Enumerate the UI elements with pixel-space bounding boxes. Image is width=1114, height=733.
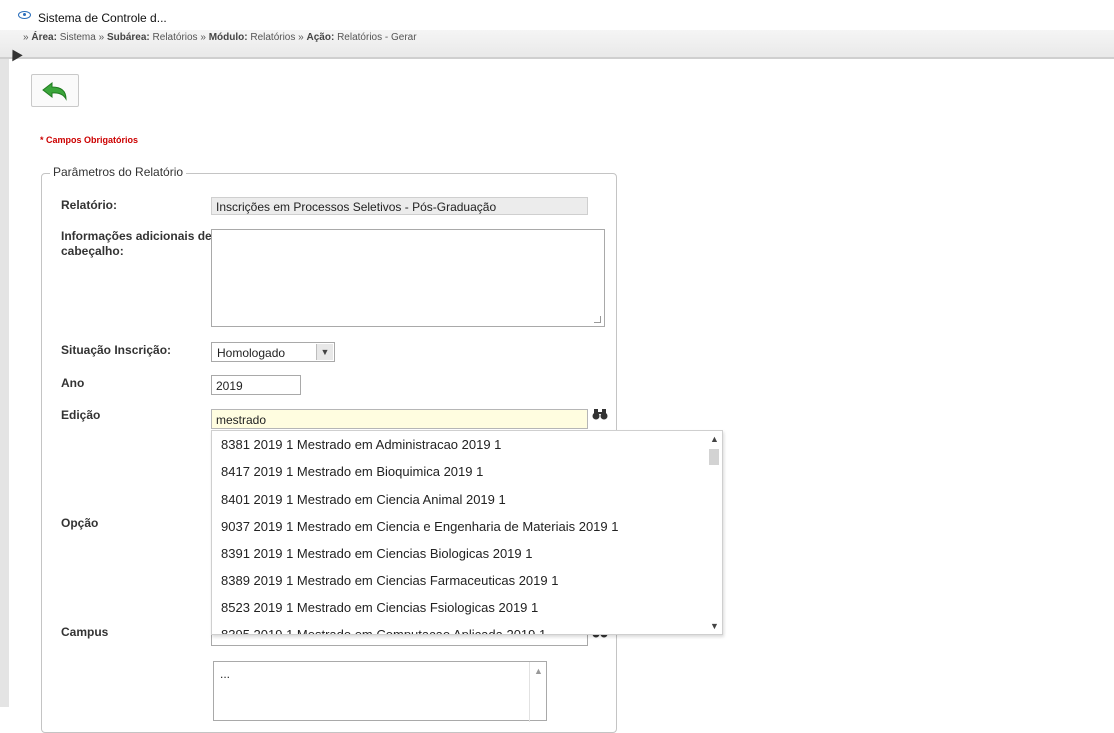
chevron-up-icon[interactable]: ▲	[534, 666, 543, 676]
opcao-label: Opção	[61, 516, 99, 530]
list-item[interactable]: 8401 2019 1 Mestrado em Ciencia Animal 2…	[221, 492, 506, 507]
dropdown-scrollbar[interactable]: ▲ ▼	[706, 431, 722, 634]
eye-icon	[18, 11, 31, 19]
edicao-label: Edição	[61, 408, 101, 422]
list-item[interactable]: 8389 2019 1 Mestrado em Ciencias Farmace…	[221, 573, 558, 588]
list-item[interactable]: 8381 2019 1 Mestrado em Administracao 20…	[221, 437, 501, 452]
required-fields-note: * Campos Obrigatórios	[40, 135, 139, 145]
breadcrumb-acao-label: Ação:	[306, 32, 335, 43]
breadcrumb-subarea-label: Subárea:	[106, 32, 150, 43]
breadcrumb-acao: Relatórios - Gerar	[337, 32, 417, 43]
edicao-input[interactable]: mestrado	[211, 409, 588, 429]
autocomplete-dropdown: 8381 2019 1 Mestrado em Administracao 20…	[211, 430, 723, 635]
breadcrumb-area: Sistema	[59, 32, 96, 43]
breadcrumb: » Área: Sistema » Subárea: Relatórios » …	[0, 30, 1114, 59]
info-adicional-label: Informações adicionais de cabeçalho:	[61, 229, 212, 258]
list-item[interactable]: 9037 2019 1 Mestrado em Ciencia e Engenh…	[221, 519, 618, 534]
list-item[interactable]: 8395 2019 1 Mestrado em Computacao Aplic…	[221, 627, 546, 634]
list-item[interactable]: 8391 2019 1 Mestrado em Ciencias Biologi…	[221, 546, 532, 561]
fieldset-legend: Parâmetros do Relatório	[50, 165, 187, 179]
window-titlebar: Sistema de Controle d...	[0, 0, 1114, 31]
chevron-down-icon[interactable]: ▼	[316, 344, 333, 360]
chevron-up-icon[interactable]: ▲	[710, 434, 719, 444]
binoculars-icon[interactable]	[592, 408, 608, 420]
list-item[interactable]: 8417 2019 1 Mestrado em Bioquimica 2019 …	[221, 464, 483, 479]
scrollbar[interactable]: ▲	[529, 662, 546, 722]
campus-list[interactable]: ... ▲	[213, 661, 547, 722]
scrollbar-thumb[interactable]	[709, 449, 719, 465]
list-item[interactable]: 8523 2019 1 Mestrado em Ciencias Fsiolog…	[221, 600, 538, 615]
resize-grip-icon[interactable]	[594, 316, 601, 323]
window-title: Sistema de Controle d...	[38, 11, 167, 25]
breadcrumb-modulo: Relatórios	[250, 32, 296, 43]
situacao-label: Situação Inscrição:	[61, 343, 172, 357]
breadcrumb-subarea: Relatórios	[152, 32, 198, 43]
left-frame-strip	[0, 0, 9, 707]
relatorio-label: Relatório:	[61, 198, 118, 212]
chevron-down-icon[interactable]: ▼	[710, 621, 719, 631]
info-adicional-textarea[interactable]	[211, 229, 605, 327]
situacao-select[interactable]: Homologado ▼	[211, 342, 335, 362]
undo-arrow-icon	[42, 81, 67, 101]
relatorio-field: Inscrições em Processos Seletivos - Pós-…	[211, 197, 588, 215]
back-button[interactable]	[31, 74, 79, 107]
ano-input[interactable]: 2019	[211, 375, 301, 395]
campus-label: Campus	[61, 625, 109, 639]
breadcrumb-modulo-label: Módulo:	[208, 32, 248, 43]
ano-label: Ano	[61, 376, 85, 390]
breadcrumb-area-label: Área:	[31, 32, 57, 43]
